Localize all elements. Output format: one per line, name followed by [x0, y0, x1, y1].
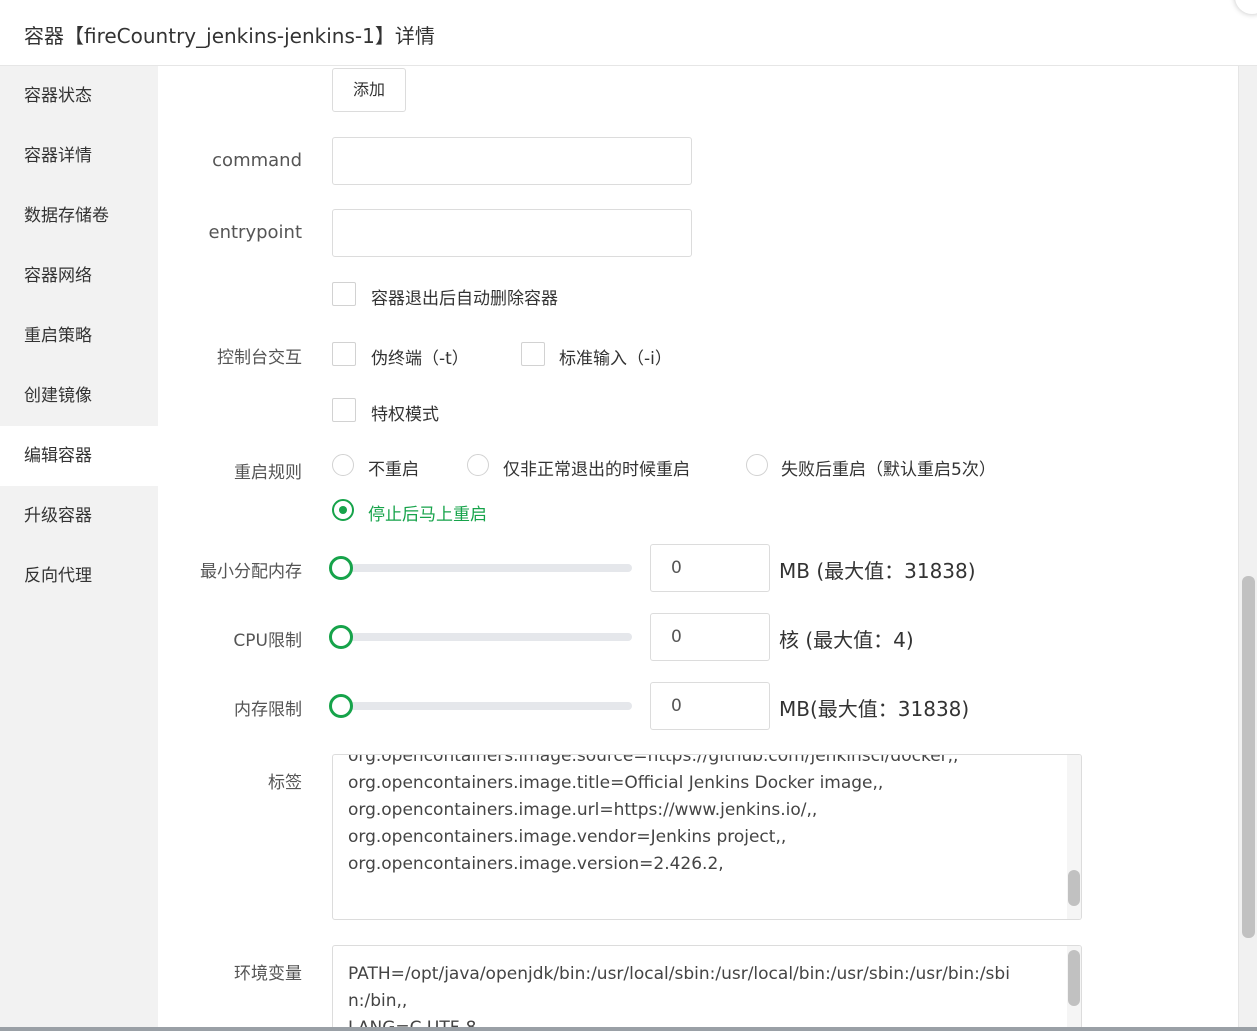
cpu-limit-input[interactable]: 0 — [650, 613, 770, 661]
restart-always-label: 停止后马上重启 — [368, 505, 487, 525]
command-input[interactable] — [332, 137, 692, 185]
sidebar-item-create-image[interactable]: 创建镜像 — [0, 366, 158, 426]
page-scrollbar-thumb[interactable] — [1242, 576, 1255, 938]
min-memory-unit: MB (最大值：31838) — [779, 559, 976, 583]
sidebar: 容器状态 容器详情 数据存储卷 容器网络 重启策略 创建镜像 编辑容器 升级容器… — [0, 66, 158, 1031]
sidebar-item-container-details[interactable]: 容器详情 — [0, 126, 158, 186]
labels-label: 标签 — [268, 773, 302, 793]
cpu-limit-slider-handle[interactable] — [329, 625, 353, 649]
labels-scrollbar[interactable] — [1067, 755, 1081, 919]
restart-on-failure-label: 仅非正常退出的时候重启 — [503, 460, 690, 480]
restart-no-label: 不重启 — [368, 460, 419, 480]
env-scrollbar[interactable] — [1067, 946, 1081, 1031]
memory-limit-input[interactable]: 0 — [650, 682, 770, 730]
min-memory-label: 最小分配内存 — [200, 562, 302, 582]
labels-line: org.opencontainers.image.title=Official … — [348, 773, 884, 793]
sidebar-item-container-status[interactable]: 容器状态 — [0, 66, 158, 126]
sidebar-item-restart-policy[interactable]: 重启策略 — [0, 306, 158, 366]
add-button[interactable]: 添加 — [332, 68, 406, 112]
stdin-checkbox[interactable] — [521, 342, 545, 366]
cpu-limit-slider[interactable] — [332, 633, 632, 641]
min-memory-slider[interactable] — [332, 564, 632, 572]
entrypoint-input[interactable] — [332, 209, 692, 257]
page-scrollbar[interactable] — [1238, 66, 1257, 1031]
dialog-title: 容器【fireCountry_jenkins-jenkins-1】详情 — [24, 24, 435, 48]
entrypoint-label: entrypoint — [208, 222, 303, 243]
sidebar-item-edit-container[interactable]: 编辑容器 — [0, 426, 158, 486]
sidebar-item-reverse-proxy[interactable]: 反向代理 — [0, 546, 158, 606]
tty-label: 伪终端（-t） — [371, 349, 469, 369]
labels-line: org.opencontainers.image.vendor=Jenkins … — [348, 827, 787, 847]
restart-always-radio[interactable] — [332, 499, 354, 521]
restart-failure-5-label: 失败后重启（默认重启5次） — [781, 460, 996, 480]
restart-on-failure-radio[interactable] — [467, 454, 489, 476]
min-memory-input[interactable]: 0 — [650, 544, 770, 592]
edit-container-form: 添加 command entrypoint 容器退出后自动删除容器 控制台交互 … — [158, 66, 1238, 1031]
privileged-checkbox[interactable] — [332, 398, 356, 422]
privileged-label: 特权模式 — [371, 405, 439, 425]
console-label: 控制台交互 — [217, 348, 302, 368]
env-scrollbar-thumb[interactable] — [1068, 950, 1080, 1006]
dialog-header: 容器【fireCountry_jenkins-jenkins-1】详情 — [0, 0, 1257, 66]
memory-limit-slider-handle[interactable] — [329, 694, 353, 718]
labels-line: org.opencontainers.image.url=https://www… — [348, 800, 818, 820]
stdin-label: 标准输入（-i） — [559, 349, 672, 369]
env-textarea[interactable]: PATH=/opt/java/openjdk/bin:/usr/local/sb… — [332, 945, 1082, 1031]
min-memory-slider-handle[interactable] — [329, 556, 353, 580]
memory-limit-label: 内存限制 — [234, 700, 302, 720]
sidebar-item-volumes[interactable]: 数据存储卷 — [0, 186, 158, 246]
restart-failure-5-radio[interactable] — [746, 454, 768, 476]
cpu-limit-unit: 核 (最大值：4) — [779, 628, 914, 652]
command-label: command — [212, 150, 302, 171]
env-line: n:/bin,, — [348, 991, 408, 1011]
cpu-limit-label: CPU限制 — [233, 631, 302, 651]
bottom-divider — [0, 1027, 1257, 1031]
labels-line: org.opencontainers.image.source=https://… — [348, 754, 959, 766]
labels-textarea[interactable]: org.opencontainers.image.source=https://… — [332, 754, 1082, 920]
sidebar-item-upgrade-container[interactable]: 升级容器 — [0, 486, 158, 546]
env-line: PATH=/opt/java/openjdk/bin:/usr/local/sb… — [348, 964, 1010, 984]
auto-remove-checkbox[interactable] — [332, 282, 356, 306]
restart-no-radio[interactable] — [332, 454, 354, 476]
labels-line: org.opencontainers.image.version=2.426.2… — [348, 854, 724, 874]
env-label: 环境变量 — [234, 964, 302, 984]
memory-limit-slider[interactable] — [332, 702, 632, 710]
restart-label: 重启规则 — [234, 463, 302, 483]
sidebar-item-network[interactable]: 容器网络 — [0, 246, 158, 306]
labels-scrollbar-thumb[interactable] — [1068, 870, 1080, 906]
tty-checkbox[interactable] — [332, 342, 356, 366]
auto-remove-label: 容器退出后自动删除容器 — [371, 289, 558, 309]
memory-limit-unit: MB(最大值：31838) — [779, 697, 970, 721]
